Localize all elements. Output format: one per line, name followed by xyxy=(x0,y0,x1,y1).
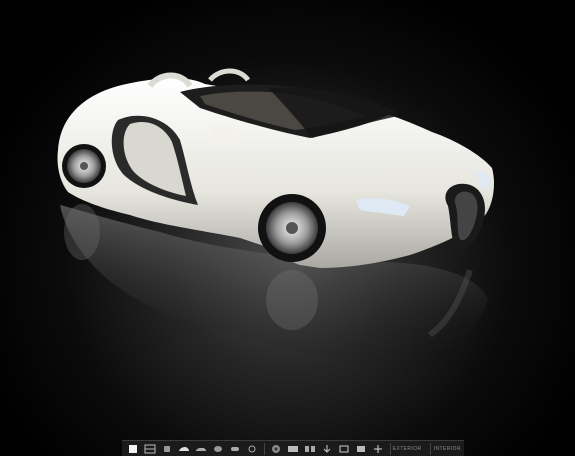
car-side-icon[interactable] xyxy=(195,444,207,454)
download-icon[interactable] xyxy=(321,444,333,454)
split-view-icon[interactable] xyxy=(144,444,156,454)
frame-icon[interactable] xyxy=(355,444,367,454)
car-interior-icon[interactable] xyxy=(246,444,258,454)
car-image xyxy=(57,68,495,373)
fullscreen-icon[interactable] xyxy=(338,444,350,454)
exterior-button[interactable]: EXTERIOR xyxy=(390,446,423,452)
gallery-icon[interactable] xyxy=(287,444,299,454)
seat-icon[interactable] xyxy=(161,444,173,454)
toolbar-divider xyxy=(264,443,265,455)
car-front-icon[interactable] xyxy=(178,444,190,454)
car-top-icon[interactable] xyxy=(212,444,224,454)
wheel-icon[interactable] xyxy=(270,444,282,454)
zoom-icon[interactable] xyxy=(372,444,384,454)
white-square-icon[interactable] xyxy=(127,444,139,454)
gallery-grid-icon[interactable] xyxy=(304,444,316,454)
viewer-toolbar: EXTERIOR INTERIOR xyxy=(122,440,464,456)
car-viewer: EXTERIOR INTERIOR xyxy=(0,0,575,456)
car-rear-icon[interactable] xyxy=(229,444,241,454)
interior-button[interactable]: INTERIOR xyxy=(431,446,464,452)
